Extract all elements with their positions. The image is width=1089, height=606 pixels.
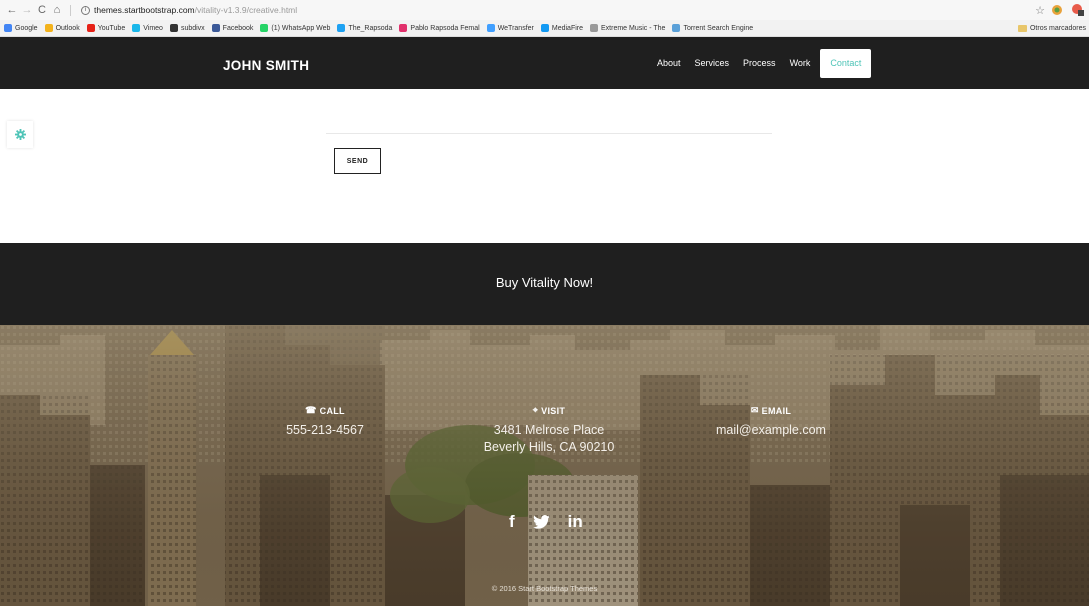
bookmark-favicon-icon <box>44 24 53 32</box>
other-bookmarks-folder[interactable]: Otros marcadores <box>1009 20 1089 36</box>
email-label: EMAIL <box>761 405 792 416</box>
city-skyline-image <box>0 325 1089 606</box>
copyright-text: © 2016 Start Bootstrap Themes <box>491 584 598 593</box>
bookmark-favicon-icon <box>590 24 598 32</box>
email-value[interactable]: mail@example.com <box>708 422 834 439</box>
profile-extension-icon[interactable] <box>1071 3 1085 17</box>
bookmark-label: WeTransfer <box>497 24 534 32</box>
footer-email: ✉ EMAIL mail@example.com <box>708 405 834 439</box>
bookmark-item[interactable]: WeTransfer <box>486 24 534 32</box>
bookmark-item[interactable]: Google <box>4 24 38 32</box>
footer-city-background: ☎ CALL 555-213-4567 ⌖ VISIT 3481 Melrose… <box>0 325 1089 606</box>
bookmark-item[interactable]: Torrent Search Engine <box>672 24 753 32</box>
bookmark-item[interactable]: (1) WhatsApp Web <box>260 24 330 32</box>
bookmark-favicon-icon <box>211 24 220 32</box>
gear-icon <box>14 129 26 140</box>
bookmark-star-icon[interactable]: ☆ <box>1035 4 1045 17</box>
brand-logo[interactable]: JOHN SMITH <box>223 58 309 73</box>
back-icon[interactable]: ← <box>6 4 18 16</box>
bookmark-label: Extreme Music - The <box>601 24 666 32</box>
bookmark-label: Vimeo <box>143 24 163 32</box>
bookmark-item[interactable]: MediaFire <box>540 24 583 32</box>
bookmark-favicon-icon <box>672 24 681 32</box>
bookmark-label: Google <box>15 24 38 32</box>
bookmark-label: MediaFire <box>551 24 583 32</box>
reload-icon[interactable]: C <box>36 4 48 16</box>
visit-line-2: Beverly Hills, CA 90210 <box>483 440 615 454</box>
email-heading: ✉ EMAIL <box>708 405 834 416</box>
bookmark-label: The_Rapsoda <box>348 24 393 32</box>
home-icon[interactable]: ⌂ <box>51 4 63 16</box>
bookmark-favicon-icon <box>86 24 95 32</box>
call-heading: ☎ CALL <box>267 405 383 416</box>
bookmark-favicon-icon <box>540 24 549 32</box>
bookmark-favicon-icon <box>132 24 141 32</box>
bookmark-item[interactable]: The_Rapsoda <box>337 24 392 32</box>
url-field[interactable]: themes.startbootstrap.com/vitality-v1.3.… <box>94 5 297 15</box>
visit-heading: ⌖ VISIT <box>474 405 624 416</box>
url-host: themes.startbootstrap.com <box>94 5 195 15</box>
call-value: 555-213-4567 <box>286 423 364 437</box>
twitter-icon[interactable] <box>532 515 550 529</box>
bookmark-label: YouTube <box>97 24 126 32</box>
nav-link-contact[interactable]: Contact <box>820 49 872 78</box>
bookmark-label: subdivx <box>180 24 205 32</box>
bookmark-item[interactable]: Outlook <box>44 24 80 32</box>
bookmark-label: Facebook <box>222 24 254 32</box>
nav-links: About Services Process Work Contact <box>657 49 872 78</box>
site-navbar: JOHN SMITH About Services Process Work Conta… <box>0 37 1089 89</box>
address-divider <box>70 4 71 16</box>
bookmark-label: Pablo Rapsoda Femal <box>410 24 480 32</box>
linkedin-icon[interactable]: in <box>568 512 583 532</box>
map-marker-icon: ⌖ <box>532 405 539 415</box>
info-icon[interactable]: i <box>81 5 90 15</box>
visit-label: VISIT <box>541 405 566 416</box>
visit-address: 3481 Melrose Place Beverly Hills, CA 902… <box>474 422 624 456</box>
nav-link-process[interactable]: Process <box>743 49 776 78</box>
facebook-icon[interactable]: f <box>509 512 515 532</box>
social-links: f in <box>509 512 583 532</box>
settings-toggle[interactable] <box>7 121 33 148</box>
buy-link[interactable]: Buy Vitality Now! <box>0 275 1089 290</box>
phone-icon: ☎ <box>305 405 317 415</box>
bookmark-item[interactable]: Pablo Rapsoda Femal <box>399 24 480 32</box>
nav-link-about[interactable]: About <box>657 49 681 78</box>
call-label: CALL <box>319 405 345 416</box>
bookmark-label: Torrent Search Engine <box>683 24 754 32</box>
bookmark-item[interactable]: Vimeo <box>132 24 163 32</box>
bookmark-item[interactable]: Facebook <box>211 24 254 32</box>
visit-line-1: 3481 Melrose Place <box>493 423 605 437</box>
browser-actions: ☆ <box>1035 3 1085 17</box>
bookmark-item[interactable]: subdivx <box>169 24 205 32</box>
nav-link-work[interactable]: Work <box>790 49 811 78</box>
extension-icon[interactable] <box>1051 3 1065 17</box>
bookmark-favicon-icon <box>337 24 346 32</box>
bookmark-item[interactable]: Extreme Music - The <box>590 24 665 32</box>
bookmark-favicon-icon <box>486 24 495 32</box>
send-button[interactable]: SEND <box>334 148 381 174</box>
folder-icon <box>1017 25 1027 32</box>
message-field-underline[interactable] <box>326 133 772 134</box>
footer-call: ☎ CALL 555-213-4567 <box>267 405 383 439</box>
footer-visit: ⌖ VISIT 3481 Melrose Place Beverly Hills… <box>474 405 624 456</box>
bookmark-favicon-icon <box>399 24 408 32</box>
bookmark-label: (1) WhatsApp Web <box>271 24 331 32</box>
bookmark-favicon-icon <box>260 24 269 32</box>
browser-address-bar: ← → C ⌂ i themes.startbootstrap.com/vita… <box>0 0 1089 20</box>
other-bookmarks-label: Otros marcadores <box>1029 25 1086 32</box>
bookmark-item[interactable]: YouTube <box>86 24 126 32</box>
bookmark-favicon-icon <box>169 24 178 32</box>
bookmarks-bar: Google Outlook YouTube Vimeo subdivx Facebook… <box>0 20 1089 37</box>
bookmark-favicon-icon <box>4 24 12 32</box>
bookmark-label: Outlook <box>55 24 80 32</box>
forward-icon[interactable]: → <box>21 4 33 16</box>
nav-link-services[interactable]: Services <box>695 49 730 78</box>
url-path: /vitality-v1.3.9/creative.html <box>194 5 298 15</box>
buy-banner: Buy Vitality Now! <box>0 243 1089 325</box>
envelope-icon: ✉ <box>750 405 759 415</box>
